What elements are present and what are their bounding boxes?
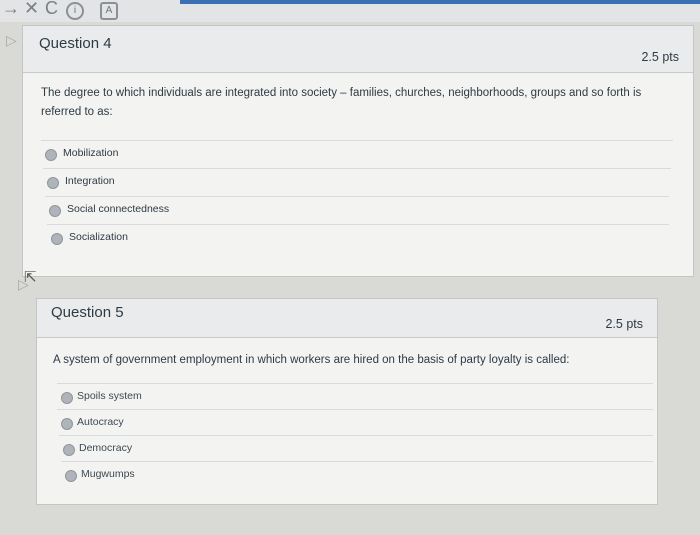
- answer-label: Democracy: [79, 442, 133, 454]
- question-4-card: Question 4 2.5 pts The degree to which i…: [22, 25, 694, 277]
- flag-question-5-icon[interactable]: ▷: [18, 276, 29, 293]
- question-5-header: Question 5 2.5 pts: [37, 299, 657, 338]
- answer-option[interactable]: Mugwumps: [61, 461, 653, 488]
- answer-label: Socialization: [69, 231, 128, 243]
- radio-button[interactable]: [61, 392, 73, 404]
- answer-option[interactable]: Democracy: [59, 435, 653, 462]
- question-5-title: Question 5: [51, 304, 124, 321]
- forward-arrow-icon[interactable]: →: [2, 0, 20, 19]
- answer-label: Integration: [65, 175, 115, 187]
- radio-button[interactable]: [51, 233, 63, 245]
- toolbar-accent-band: [180, 0, 700, 4]
- answer-label: Spoils system: [77, 390, 142, 402]
- question-5-card: Question 5 2.5 pts A system of governmen…: [36, 298, 658, 505]
- tab-icon[interactable]: A: [100, 2, 118, 20]
- radio-button[interactable]: [49, 205, 61, 217]
- answer-option[interactable]: Integration: [43, 168, 671, 195]
- answer-option[interactable]: Autocracy: [57, 409, 653, 436]
- answer-label: Mugwumps: [81, 468, 135, 480]
- question-4-answers: Mobilization Integration Social connecte…: [41, 140, 673, 260]
- flag-question-4-icon[interactable]: ▷: [6, 32, 17, 49]
- answer-label: Social connectedness: [67, 203, 170, 215]
- info-icon[interactable]: i: [66, 2, 84, 20]
- reload-icon[interactable]: C: [45, 0, 58, 19]
- radio-button[interactable]: [45, 149, 57, 161]
- answer-option[interactable]: Mobilization: [41, 140, 673, 167]
- question-5-points: 2.5 pts: [605, 317, 643, 331]
- answer-option[interactable]: Social connectedness: [45, 196, 669, 223]
- answer-label: Autocracy: [77, 416, 124, 428]
- answer-option[interactable]: Spoils system: [57, 383, 653, 410]
- question-4-text: The degree to which individuals are inte…: [41, 87, 642, 118]
- radio-button[interactable]: [63, 444, 75, 456]
- browser-toolbar: → ✕ C i A: [0, 0, 700, 22]
- close-icon[interactable]: ✕: [24, 0, 39, 19]
- radio-button[interactable]: [65, 470, 77, 482]
- radio-button[interactable]: [61, 418, 73, 430]
- question-5-answers: Spoils system Autocracy Democracy Mugwum…: [53, 383, 653, 493]
- question-5-text: A system of government employment in whi…: [53, 354, 570, 366]
- question-4-header: Question 4 2.5 pts: [23, 26, 693, 73]
- question-4-points: 2.5 pts: [641, 50, 679, 64]
- answer-label: Mobilization: [63, 147, 119, 159]
- question-4-title: Question 4: [39, 35, 112, 52]
- radio-button[interactable]: [47, 177, 59, 189]
- answer-option[interactable]: Socialization: [47, 224, 669, 251]
